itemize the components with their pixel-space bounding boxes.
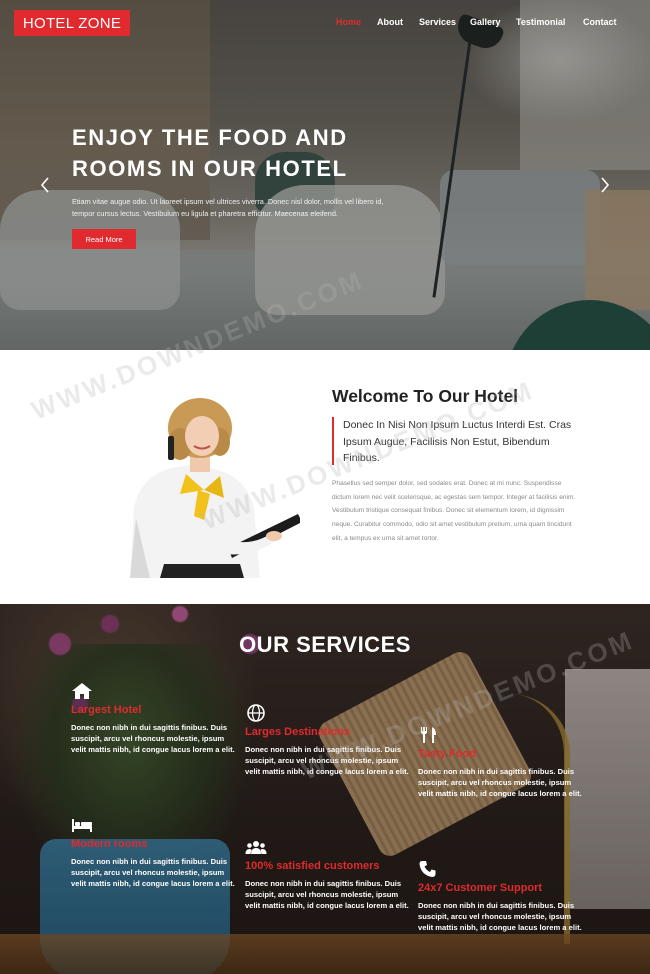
bed-icon [72,819,92,832]
service-item: Larges Destinations Donec non nibh in du… [245,704,410,777]
nav-item-home[interactable]: Home [336,17,361,27]
service-description: Donec non nibh in dui sagittis finibus. … [71,723,235,754]
chevron-left-icon[interactable] [40,177,50,197]
service-item: Tasty Food Donec non nibh in dui sagitti… [418,726,583,799]
home-icon [72,683,92,699]
welcome-section: Welcome To Our Hotel Donec In Nisi Non I… [0,350,650,604]
hero-subtitle-line: tempor cursus lectus. Vestibulum eu ligu… [72,209,338,218]
nav-item-gallery[interactable]: Gallery [470,17,501,27]
service-name: 100% satisfied customers [245,860,380,872]
service-name: Largest Hotel [71,704,142,716]
hero-subtitle: Etiam vitae augue odio. Ut laoreet ipsum… [72,196,442,220]
phone-icon [419,861,436,877]
service-description: Donec non nibh in dui sagittis finibus. … [245,879,409,910]
service-item: Largest Hotel Donec non nibh in dui sagi… [71,682,236,755]
main-nav: Home About Services Gallery Testimonial … [0,17,650,31]
services-section: OUR SERVICES Largest Hotel Donec non nib… [0,604,650,974]
service-item: 24x7 Customer Support Donec non nibh in … [418,860,583,933]
hero-title-line: ENJOY THE FOOD AND [72,125,348,150]
hero-title-line: ROOMS IN OUR HOTEL [72,156,348,181]
welcome-title: Welcome To Our Hotel [332,386,519,406]
nav-item-testimonial[interactable]: Testimonial [516,17,565,27]
service-name: Modern rooms [71,838,148,850]
service-name: Larges Destinations [245,726,351,738]
hero-title: ENJOY THE FOOD AND ROOMS IN OUR HOTEL [72,122,452,184]
nav-item-contact[interactable]: Contact [583,17,617,27]
welcome-lead: Donec In Nisi Non Ipsum Luctus Interdi E… [343,419,572,464]
users-icon [245,841,267,854]
nav-item-about[interactable]: About [377,17,403,27]
chevron-right-icon[interactable] [600,177,610,197]
service-description: Donec non nibh in dui sagittis finibus. … [418,901,582,932]
receptionist-photo [130,398,300,578]
globe-icon [247,704,265,722]
welcome-body: Phasellus sed semper dolor, sed sodales … [332,480,576,542]
hero-subtitle-line: Etiam vitae augue odio. Ut laoreet ipsum… [72,197,384,206]
hero-banner: HOTEL ZONE Home About Services Gallery T… [0,0,650,350]
service-name: Tasty Food [418,748,476,760]
service-name: 24x7 Customer Support [418,882,543,894]
welcome-lead-accent [332,417,334,465]
service-description: Donec non nibh in dui sagittis finibus. … [418,767,582,798]
service-description: Donec non nibh in dui sagittis finibus. … [71,857,235,888]
service-description: Donec non nibh in dui sagittis finibus. … [245,745,409,776]
service-item: 100% satisfied customers Donec non nibh … [245,838,410,911]
services-title: OUR SERVICES [239,632,411,657]
cutlery-icon [421,727,436,743]
service-item: Modern rooms Donec non nibh in dui sagit… [71,816,236,889]
nav-item-services[interactable]: Services [419,17,456,27]
read-more-button[interactable]: Read More [72,229,136,249]
